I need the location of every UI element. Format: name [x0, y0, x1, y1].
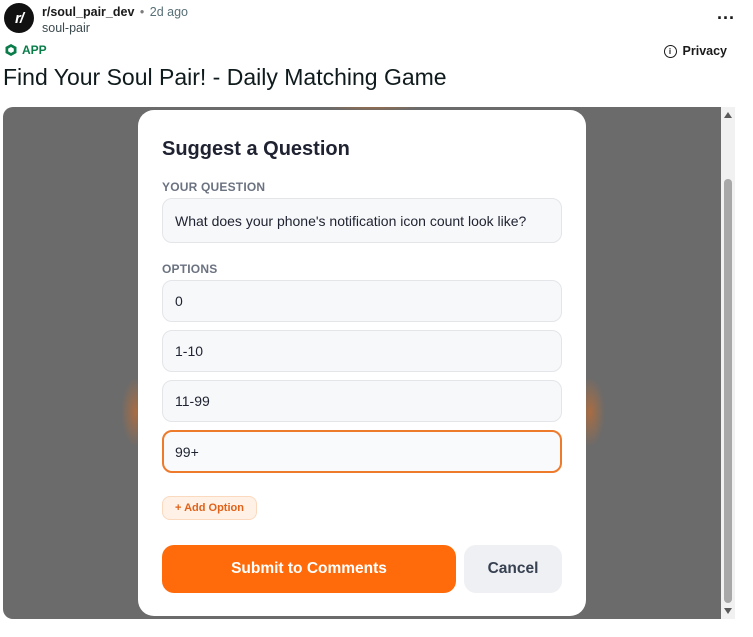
more-options-icon[interactable]: ... — [717, 4, 735, 22]
question-label: YOUR QUESTION — [162, 180, 266, 194]
subreddit-link[interactable]: r/soul_pair_dev — [42, 5, 134, 19]
subreddit-avatar[interactable]: r/ — [4, 3, 34, 33]
scrollbar-thumb[interactable] — [724, 179, 732, 603]
cancel-button[interactable]: Cancel — [464, 545, 562, 593]
scroll-down-arrow-icon[interactable] — [724, 608, 732, 614]
scroll-up-arrow-icon[interactable] — [724, 112, 732, 118]
add-option-button[interactable]: + Add Option — [162, 496, 257, 520]
option-input-4[interactable] — [162, 430, 562, 473]
options-label: OPTIONS — [162, 262, 218, 276]
post-timestamp: 2d ago — [149, 5, 188, 19]
post-title[interactable]: Find Your Soul Pair! - Daily Matching Ga… — [3, 64, 447, 91]
submit-to-comments-button[interactable]: Submit to Comments — [162, 545, 456, 593]
info-icon: i — [663, 44, 677, 58]
option-input-3[interactable] — [162, 380, 562, 422]
post-meta: r/soul_pair_dev • 2d ago — [42, 5, 188, 19]
app-cube-icon — [5, 44, 17, 56]
author-link[interactable]: soul-pair — [42, 21, 90, 35]
app-badge: APP — [4, 43, 47, 57]
option-input-1[interactable] — [162, 280, 562, 322]
option-input-2[interactable] — [162, 330, 562, 372]
scrollbar[interactable] — [721, 107, 735, 619]
app-badge-label: APP — [22, 43, 47, 57]
privacy-label: Privacy — [682, 44, 727, 58]
dialog-title: Suggest a Question — [162, 138, 350, 160]
question-input[interactable] — [162, 198, 562, 243]
meta-separator: • — [139, 5, 145, 19]
suggest-question-dialog: Suggest a Question YOUR QUESTION OPTIONS… — [138, 110, 586, 616]
privacy-button[interactable]: i Privacy — [663, 44, 727, 58]
